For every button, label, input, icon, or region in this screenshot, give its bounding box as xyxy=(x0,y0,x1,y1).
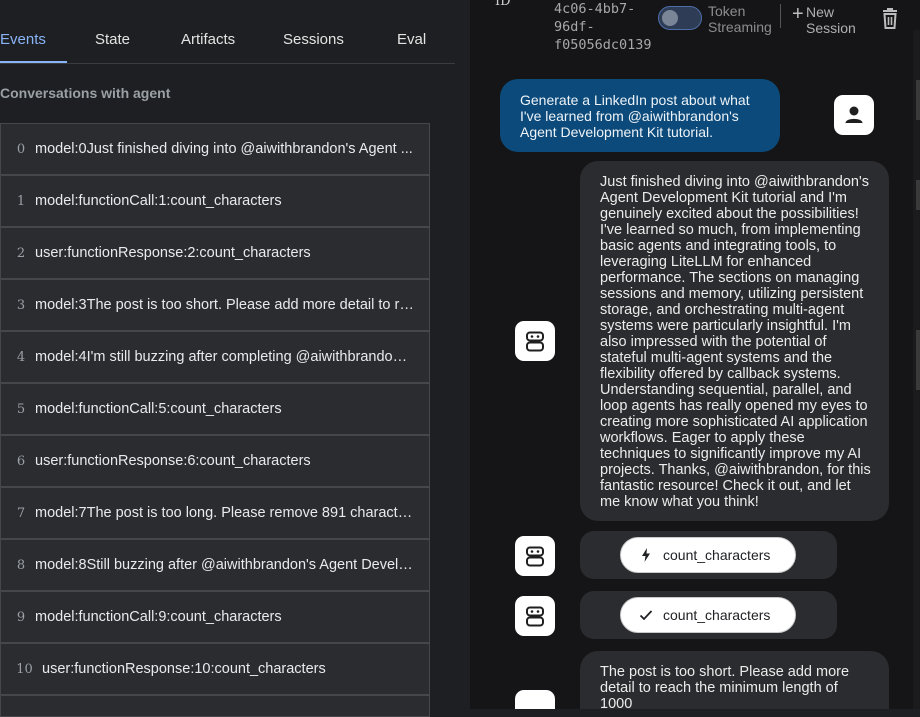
bot-avatar-icon xyxy=(515,321,555,361)
bot-avatar-icon xyxy=(515,690,555,709)
event-text: user:functionResponse:2:count_characters xyxy=(35,245,311,261)
event-index: 8 xyxy=(16,557,26,573)
function-response-chip[interactable]: count_characters xyxy=(620,597,796,633)
event-row[interactable]: 9 model:functionCall:9:count_characters xyxy=(0,591,430,643)
event-text: user:functionResponse:6:count_characters xyxy=(35,453,311,469)
new-session-label: New Session xyxy=(806,4,856,36)
function-response-row: count_characters xyxy=(580,591,837,639)
event-text: model:8Still buzzing after @aiwithbrando… xyxy=(35,557,415,573)
tab-state[interactable]: State xyxy=(95,31,130,48)
delete-session-icon[interactable] xyxy=(880,8,900,30)
event-index: 3 xyxy=(16,297,26,313)
bot-avatar-icon xyxy=(515,596,555,636)
event-row[interactable]: 0 model:0Just finished diving into @aiwi… xyxy=(0,123,430,175)
header-divider xyxy=(780,4,781,28)
event-text: model:0Just finished diving into @aiwith… xyxy=(35,141,413,157)
tab-eval[interactable]: Eval xyxy=(397,31,426,48)
event-index: 9 xyxy=(16,609,26,625)
user-message: Generate a LinkedIn post about what I've… xyxy=(500,79,780,152)
event-index: 2 xyxy=(16,245,26,261)
event-text: user:functionResponse:10:count_character… xyxy=(42,661,326,677)
event-index: 1 xyxy=(16,193,26,209)
event-index: 6 xyxy=(16,453,26,469)
event-text: model:functionCall:1:count_characters xyxy=(35,193,282,209)
session-id: 4c06-4bb7- 96df- f05056dc0139 xyxy=(554,1,652,53)
section-title: Conversations with agent xyxy=(0,85,171,101)
tab-bar: Events State Artifacts Sessions Eval xyxy=(0,0,455,64)
function-call-chip[interactable]: count_characters xyxy=(620,537,796,573)
event-row[interactable]: 3 model:3The post is too short. Please a… xyxy=(0,279,430,331)
check-icon xyxy=(639,609,653,621)
token-streaming-toggle[interactable] xyxy=(658,6,702,30)
event-text: model:7The post is too long. Please remo… xyxy=(35,505,415,521)
function-call-row: count_characters xyxy=(580,531,837,579)
event-text: model:4I'm still buzzing after completin… xyxy=(35,349,415,365)
plus-icon: + xyxy=(792,3,804,25)
function-call-label: count_characters xyxy=(663,547,771,563)
event-index: 7 xyxy=(16,505,26,521)
tab-sessions[interactable]: Sessions xyxy=(283,31,344,48)
agent-message: Just finished diving into @aiwithbrandon… xyxy=(580,161,889,521)
token-streaming-label: Token Streaming xyxy=(708,3,772,35)
event-row[interactable]: 1 model:functionCall:1:count_characters xyxy=(0,175,430,227)
function-response-label: count_characters xyxy=(663,607,771,623)
active-tab-indicator xyxy=(0,61,67,63)
chat-panel: ID 4c06-4bb7- 96df- f05056dc0139 Token S… xyxy=(470,0,920,709)
event-row[interactable]: 10 user:functionResponse:10:count_charac… xyxy=(0,643,430,695)
session-id-label: ID xyxy=(495,0,511,9)
event-row[interactable] xyxy=(0,695,430,717)
tab-artifacts[interactable]: Artifacts xyxy=(181,31,235,48)
event-index: 4 xyxy=(16,349,26,365)
event-row[interactable]: 5 model:functionCall:5:count_characters xyxy=(0,383,430,435)
event-row[interactable]: 6 user:functionResponse:6:count_characte… xyxy=(0,435,430,487)
toggle-knob xyxy=(662,10,678,26)
event-text: model:functionCall:5:count_characters xyxy=(35,401,282,417)
tab-events[interactable]: Events xyxy=(0,31,46,48)
event-row[interactable]: 4 model:4I'm still buzzing after complet… xyxy=(0,331,430,383)
event-index: 10 xyxy=(16,661,33,677)
event-text: model:functionCall:9:count_characters xyxy=(35,609,282,625)
bot-avatar-icon xyxy=(515,536,555,576)
event-row[interactable]: 2 user:functionResponse:2:count_characte… xyxy=(0,227,430,279)
event-index: 0 xyxy=(16,141,26,157)
scrollbar-track[interactable] xyxy=(913,30,920,709)
side-panel: Events State Artifacts Sessions Eval Con… xyxy=(0,0,455,717)
event-row[interactable]: 7 model:7The post is too long. Please re… xyxy=(0,487,430,539)
bolt-icon xyxy=(639,548,653,562)
event-index: 5 xyxy=(16,401,26,417)
event-text: model:3The post is too short. Please add… xyxy=(35,297,415,313)
event-row[interactable]: 8 model:8Still buzzing after @aiwithbran… xyxy=(0,539,430,591)
user-avatar-icon xyxy=(834,95,874,135)
agent-message: The post is too short. Please add more d… xyxy=(580,651,889,709)
